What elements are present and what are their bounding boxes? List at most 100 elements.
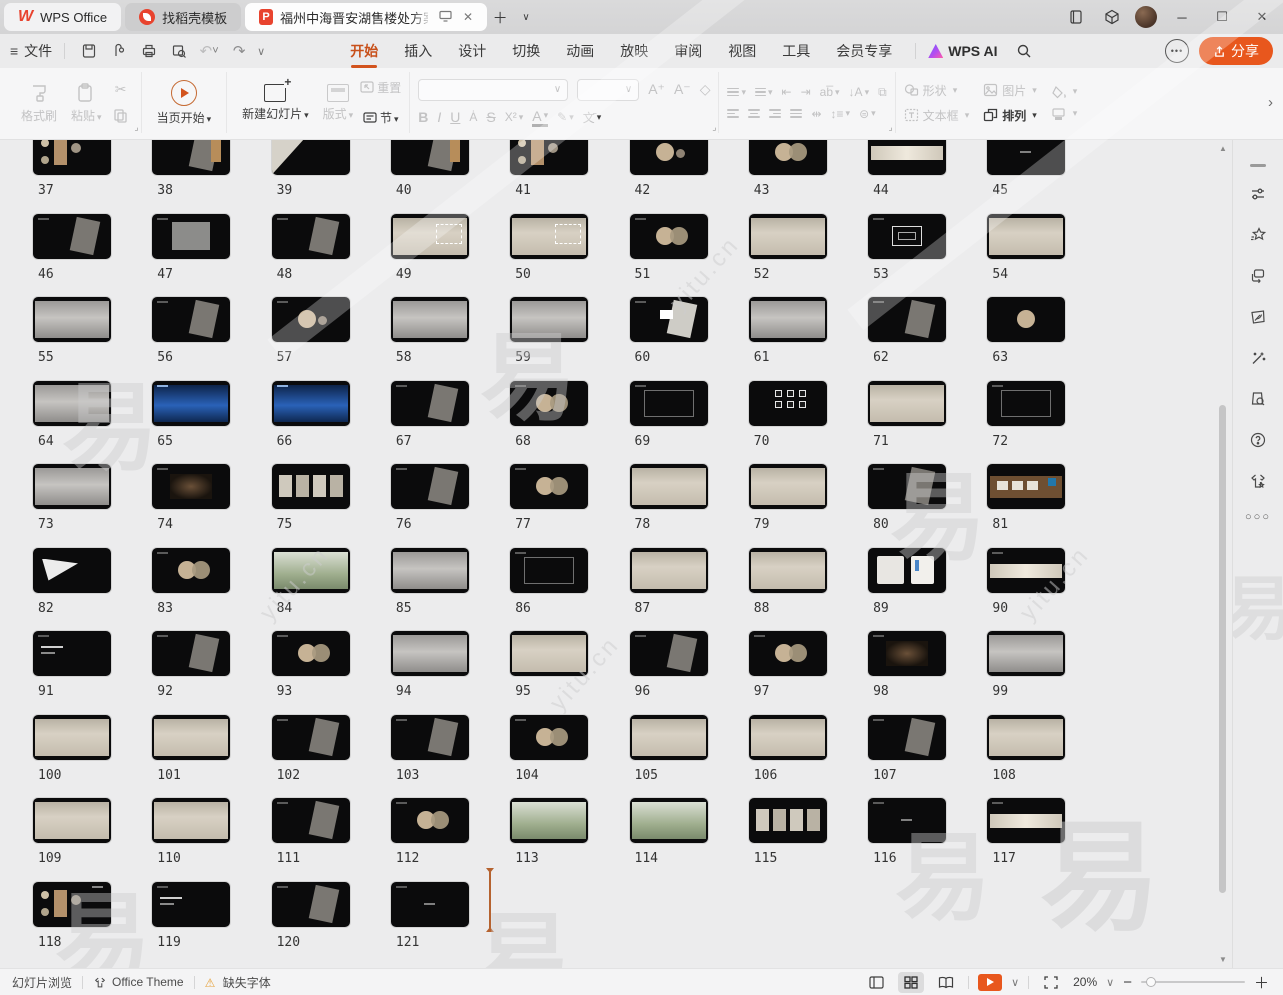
text-direction-icon[interactable]: ab̅▾ <box>820 85 840 99</box>
reset-button[interactable]: 重置 <box>360 77 401 99</box>
paragraph-dialog-launcher-icon[interactable]: ⌟ <box>888 122 892 133</box>
share-button[interactable]: 分享 <box>1199 37 1273 65</box>
underline-icon[interactable]: U <box>450 109 460 125</box>
shapes-switch-icon[interactable] <box>1244 262 1272 290</box>
format-painter-button[interactable]: 格式刷 <box>14 80 64 126</box>
slide-thumbnail-95[interactable] <box>510 631 588 676</box>
slide-thumbnail-53[interactable] <box>868 214 946 259</box>
ribbon-tab-9[interactable]: 会员专享 <box>825 36 903 66</box>
slide-thumbnail-78[interactable] <box>630 464 708 509</box>
slide-thumbnail-71[interactable] <box>868 381 946 426</box>
slide-thumbnail-82[interactable] <box>33 548 111 593</box>
arrange-button[interactable]: 排列▾ <box>983 107 1037 124</box>
slide-thumbnail-107[interactable] <box>868 715 946 760</box>
ribbon-tab-5[interactable]: 放映 <box>609 36 659 66</box>
slide-thumbnail-110[interactable] <box>152 798 230 843</box>
zoom-slider[interactable] <box>1141 981 1245 983</box>
sidebar-handle[interactable] <box>1250 164 1266 167</box>
ribbon-tab-3[interactable]: 切换 <box>501 36 551 66</box>
selection-pane-icon[interactable]: ⧉ <box>878 85 887 100</box>
slide-thumbnail-75[interactable] <box>272 464 350 509</box>
monitor-icon[interactable] <box>439 10 452 25</box>
slide-thumbnail-60[interactable] <box>630 297 708 342</box>
slide-sorter-view-icon[interactable] <box>898 972 924 993</box>
adjust-icon[interactable] <box>1244 180 1272 208</box>
align-right-icon[interactable] <box>769 109 781 118</box>
slide-thumbnail-101[interactable] <box>152 715 230 760</box>
ribbon-tab-7[interactable]: 视图 <box>717 36 767 66</box>
slide-thumbnail-108[interactable] <box>987 715 1065 760</box>
wps-ai-entry[interactable]: WPS AI <box>915 43 997 59</box>
slide-thumbnail-47[interactable] <box>152 214 230 259</box>
slide-thumbnail-85[interactable] <box>391 548 469 593</box>
slide-thumbnail-113[interactable] <box>510 798 588 843</box>
slide-thumbnail-104[interactable] <box>510 715 588 760</box>
layout-button[interactable]: 版式▾ <box>316 82 361 124</box>
slide-thumbnail-109[interactable] <box>33 798 111 843</box>
slide-thumbnail-100[interactable] <box>33 715 111 760</box>
mobile-device-icon[interactable] <box>1063 4 1089 30</box>
slide-thumbnail-87[interactable] <box>630 548 708 593</box>
tab-docer-template[interactable]: 找稻壳模板 <box>125 3 241 31</box>
slide-thumbnail-45[interactable] <box>987 140 1065 175</box>
sidebar-more-icon[interactable]: ○○○ <box>1245 511 1271 523</box>
slide-thumbnail-114[interactable] <box>630 798 708 843</box>
slide-sorter-area[interactable]: 3738394041424344454647484950515253545556… <box>0 140 1232 968</box>
clear-format-icon[interactable]: ◇ <box>700 81 711 98</box>
slide-thumbnail-91[interactable] <box>33 631 111 676</box>
strikethrough-icon[interactable]: S <box>486 109 495 125</box>
hamburger-menu-icon[interactable]: ≡ <box>10 43 18 59</box>
slide-thumbnail-89[interactable] <box>868 548 946 593</box>
new-slide-button[interactable]: 新建幻灯片▾ <box>235 82 316 124</box>
missing-font-warning[interactable]: ⚠ 缺失字体 <box>205 974 271 991</box>
slide-thumbnail-51[interactable] <box>630 214 708 259</box>
font-family-select[interactable]: ∨ <box>418 79 568 101</box>
section-button[interactable]: 节▾ <box>360 107 401 129</box>
slide-thumbnail-39[interactable] <box>272 140 350 175</box>
slide-thumbnail-57[interactable] <box>272 297 350 342</box>
slide-thumbnail-40[interactable] <box>391 140 469 175</box>
zoom-level[interactable]: 20% <box>1073 975 1097 989</box>
decrease-font-icon[interactable]: A⁻ <box>674 81 691 98</box>
ribbon-tab-6[interactable]: 审阅 <box>663 36 713 66</box>
slide-thumbnail-68[interactable] <box>510 381 588 426</box>
beautify-wand-icon[interactable] <box>1244 344 1272 372</box>
slide-thumbnail-81[interactable] <box>987 464 1065 509</box>
slide-thumbnail-52[interactable] <box>749 214 827 259</box>
reading-view-icon[interactable] <box>933 972 959 993</box>
slide-thumbnail-92[interactable] <box>152 631 230 676</box>
user-avatar[interactable] <box>1135 6 1157 28</box>
slide-thumbnail-58[interactable] <box>391 297 469 342</box>
file-menu[interactable]: 文件 <box>24 41 52 61</box>
copy-icon[interactable] <box>109 105 133 127</box>
slide-thumbnail-115[interactable] <box>749 798 827 843</box>
redo-icon[interactable]: ↷ <box>227 40 251 62</box>
find-replace-icon[interactable] <box>1244 385 1272 413</box>
skin-theme-icon[interactable] <box>1244 467 1272 495</box>
slide-thumbnail-83[interactable] <box>152 548 230 593</box>
fit-slide-icon[interactable] <box>1038 972 1064 993</box>
scroll-up-icon[interactable]: ▲ <box>1218 144 1228 153</box>
vertical-text-icon[interactable]: ↓A▾ <box>849 85 870 99</box>
align-left-icon[interactable] <box>727 109 739 118</box>
slide-thumbnail-55[interactable] <box>33 297 111 342</box>
tab-wps-office[interactable]: W WPS Office <box>4 3 121 31</box>
slide-thumbnail-112[interactable] <box>391 798 469 843</box>
play-from-current-button[interactable]: 当页开始▾ <box>150 78 219 128</box>
ribbon-expand-chevron-icon[interactable]: › <box>1262 72 1279 133</box>
numbering-icon[interactable]: ▾ <box>755 87 773 98</box>
slide-thumbnail-59[interactable] <box>510 297 588 342</box>
slide-thumbnail-96[interactable] <box>630 631 708 676</box>
slide-thumbnail-98[interactable] <box>868 631 946 676</box>
slide-thumbnail-62[interactable] <box>868 297 946 342</box>
textbox-button[interactable]: 文本框▾ <box>904 107 970 124</box>
slide-thumbnail-79[interactable] <box>749 464 827 509</box>
slide-thumbnail-84[interactable] <box>272 548 350 593</box>
slide-thumbnail-46[interactable] <box>33 214 111 259</box>
ribbon-tab-8[interactable]: 工具 <box>771 36 821 66</box>
slide-thumbnail-106[interactable] <box>749 715 827 760</box>
slide-thumbnail-120[interactable] <box>272 882 350 927</box>
font-dialog-launcher-icon[interactable]: ⌟ <box>712 122 716 133</box>
slide-thumbnail-41[interactable] <box>510 140 588 175</box>
slide-thumbnail-74[interactable] <box>152 464 230 509</box>
